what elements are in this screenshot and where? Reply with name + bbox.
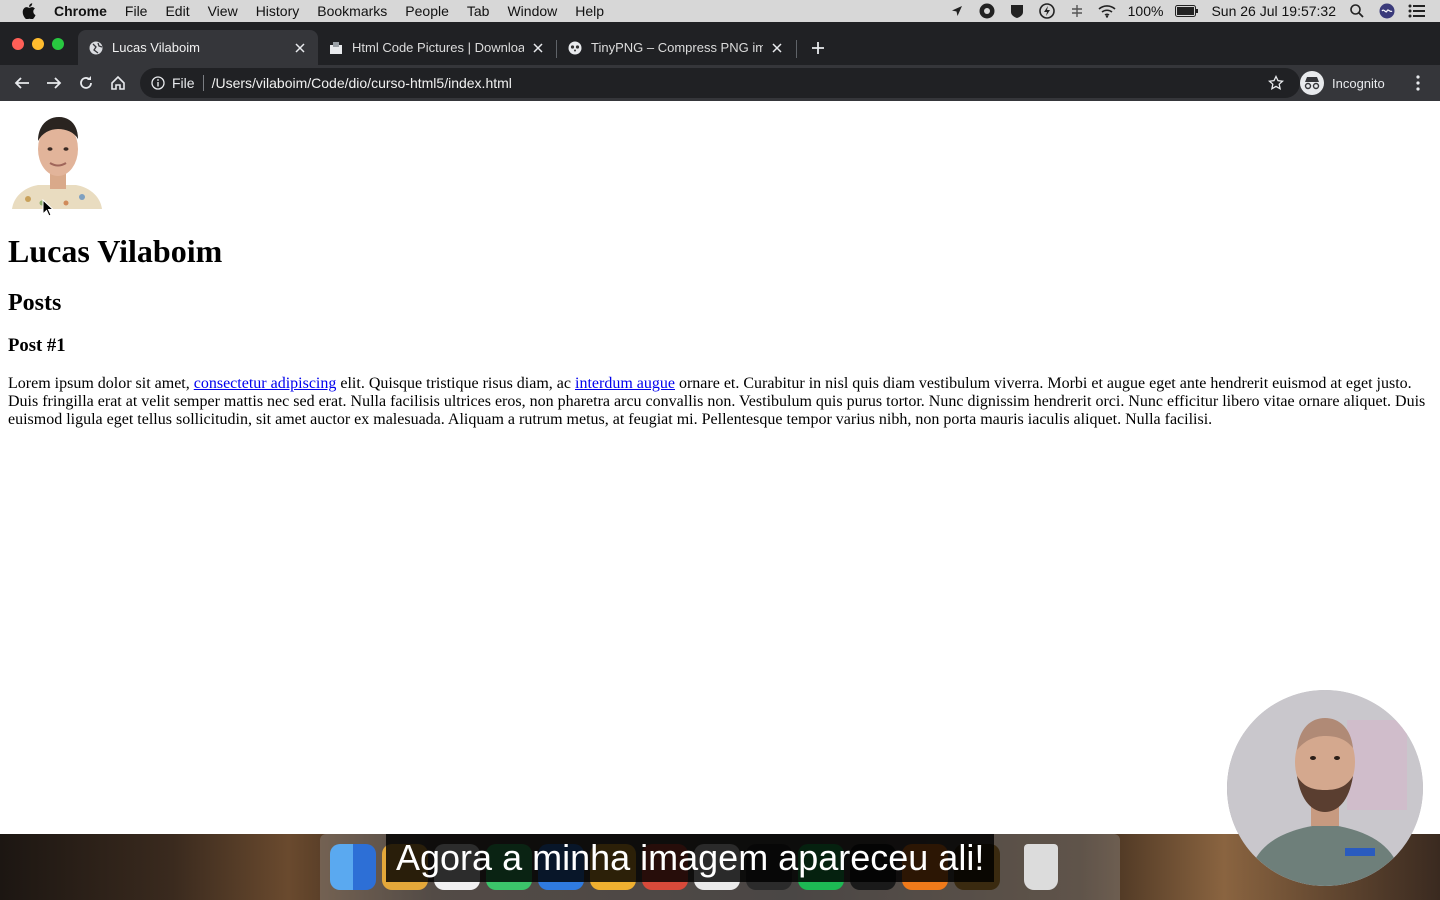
back-arrow-icon[interactable] bbox=[10, 71, 34, 95]
spotlight-search-icon[interactable] bbox=[1348, 2, 1366, 20]
home-icon[interactable] bbox=[106, 71, 130, 95]
url-text[interactable]: /Users/vilaboim/Code/dio/curso-html5/ind… bbox=[212, 75, 512, 91]
close-tab-icon[interactable] bbox=[530, 40, 546, 56]
wifi-icon[interactable] bbox=[1098, 2, 1116, 20]
globe-icon bbox=[88, 40, 104, 56]
apple-icon[interactable] bbox=[18, 0, 40, 22]
close-window-button[interactable] bbox=[12, 38, 24, 50]
tab-title: Lucas Vilaboim bbox=[112, 40, 200, 55]
siri-icon[interactable] bbox=[1378, 2, 1396, 20]
post-paragraph: Lorem ipsum dolor sit amet, consectetur … bbox=[8, 375, 1432, 429]
section-heading-posts: Posts bbox=[8, 290, 62, 316]
close-tab-icon[interactable] bbox=[292, 40, 308, 56]
chrome-menu-kebab-icon[interactable] bbox=[1410, 73, 1426, 93]
info-icon[interactable] bbox=[150, 75, 166, 91]
reload-icon[interactable] bbox=[74, 71, 98, 95]
trash-dock-icon[interactable] bbox=[1024, 844, 1058, 890]
panda-favicon-icon bbox=[567, 40, 583, 56]
page-viewport: Lucas Vilaboim Posts Post #1 Lorem ipsum… bbox=[0, 101, 1440, 834]
omnibox-divider bbox=[202, 75, 204, 91]
zoom-window-button[interactable] bbox=[52, 38, 64, 50]
menu-edit[interactable]: Edit bbox=[156, 0, 198, 22]
presenter-webcam bbox=[1227, 690, 1423, 886]
battery-percent: 100% bbox=[1127, 3, 1164, 19]
profile-photo bbox=[8, 109, 106, 209]
paragraph-text: elit. Quisque tristique risus diam, ac bbox=[336, 375, 575, 392]
menu-bookmarks[interactable]: Bookmarks bbox=[308, 0, 396, 22]
tab-title: Html Code Pictures | Download bbox=[352, 40, 524, 55]
new-tab-plus-icon[interactable] bbox=[806, 36, 830, 60]
chrome-window: Lucas Vilaboim Html Code Pictures | Down… bbox=[0, 22, 1440, 834]
notification-center-icon[interactable] bbox=[1408, 2, 1426, 20]
battery-icon[interactable] bbox=[1175, 2, 1199, 20]
post-title: Post #1 bbox=[8, 335, 66, 356]
clock[interactable]: Sun 26 Jul 19:57:32 bbox=[1211, 3, 1336, 19]
browser-toolbar: File /Users/vilaboim/Code/dio/curso-html… bbox=[0, 65, 1440, 101]
incognito-label: Incognito bbox=[1332, 75, 1385, 91]
tab-strip: Lucas Vilaboim Html Code Pictures | Down… bbox=[0, 22, 1440, 65]
paragraph-text: Lorem ipsum dolor sit amet, bbox=[8, 375, 194, 392]
bookmark-star-icon[interactable] bbox=[1267, 74, 1285, 91]
menu-help[interactable]: Help bbox=[566, 0, 613, 22]
address-bar[interactable]: File /Users/vilaboim/Code/dio/curso-html… bbox=[140, 68, 1300, 98]
mouse-cursor-icon bbox=[42, 199, 54, 217]
incognito-icon bbox=[1300, 71, 1324, 95]
location-arrow-icon[interactable] bbox=[948, 2, 966, 20]
minimize-window-button[interactable] bbox=[32, 38, 44, 50]
menu-tab[interactable]: Tab bbox=[458, 0, 499, 22]
app-status-icon[interactable] bbox=[978, 2, 996, 20]
menu-view[interactable]: View bbox=[199, 0, 247, 22]
menu-file[interactable]: File bbox=[116, 0, 157, 22]
menu-window[interactable]: Window bbox=[498, 0, 566, 22]
tab-tinypng[interactable]: TinyPNG – Compress PNG images bbox=[557, 30, 795, 65]
incognito-profile-button[interactable]: Incognito bbox=[1300, 70, 1385, 96]
tab-lucas-vilaboim[interactable]: Lucas Vilaboim bbox=[78, 30, 318, 65]
forward-arrow-icon[interactable] bbox=[42, 71, 66, 95]
page-title: Lucas Vilaboim bbox=[8, 233, 223, 269]
video-caption: Agora a minha imagem apareceu ali! bbox=[386, 834, 995, 882]
tab-separator bbox=[796, 40, 797, 58]
url-scheme-label: File bbox=[172, 75, 195, 91]
status-area: 100% Sun 26 Jul 19:57:32 bbox=[948, 0, 1426, 22]
menu-app-chrome[interactable]: Chrome bbox=[40, 0, 116, 22]
menu-history[interactable]: History bbox=[247, 0, 309, 22]
close-tab-icon[interactable] bbox=[769, 40, 785, 56]
menu-people[interactable]: People bbox=[396, 0, 458, 22]
link-interdum-augue[interactable]: interdum augue bbox=[575, 375, 675, 392]
link-consectetur-adipiscing[interactable]: consectetur adipiscing bbox=[194, 375, 337, 392]
site-favicon-icon bbox=[328, 40, 344, 56]
macos-menu-bar: Chrome File Edit View History Bookmarks … bbox=[0, 0, 1440, 22]
tab-html-code-pictures[interactable]: Html Code Pictures | Download bbox=[318, 30, 556, 65]
bolt-icon[interactable] bbox=[1038, 2, 1056, 20]
shield-icon[interactable] bbox=[1008, 2, 1026, 20]
finder-dock-icon[interactable] bbox=[330, 844, 376, 890]
network-icon[interactable] bbox=[1068, 2, 1086, 20]
tab-title: TinyPNG – Compress PNG images bbox=[591, 40, 763, 55]
